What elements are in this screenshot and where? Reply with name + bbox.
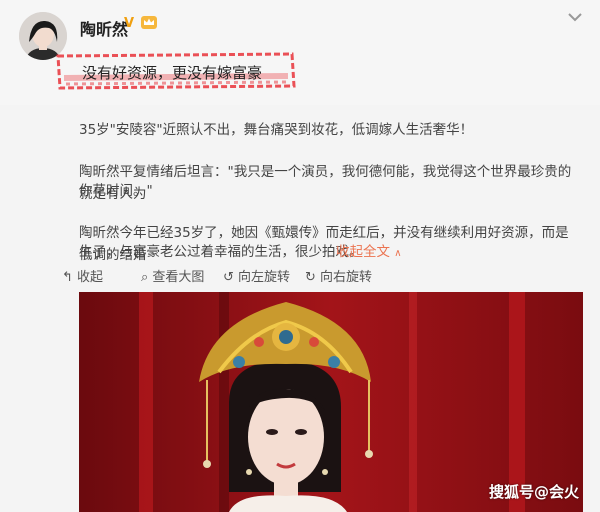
collapse-full-text-label: 收起全文	[336, 244, 390, 260]
search-icon: ⌕	[141, 270, 149, 285]
chevron-up-icon: ∧	[394, 248, 402, 259]
collapse-full-text-link[interactable]: 收起全文 ∧	[336, 241, 416, 265]
headline-highlight: 没有好资源，更没有嫁富豪	[56, 48, 296, 92]
rotate-right-label: 向右旋转	[320, 270, 373, 285]
post-image-content	[79, 292, 583, 512]
watermark-text: 搜狐号@会火	[489, 483, 580, 501]
rotate-right-icon: ↻	[305, 270, 316, 285]
paragraph-3-line-2: 生子，与富豪老公过着幸福的生活，很少拍戏。	[79, 244, 363, 260]
chevron-down-icon[interactable]	[567, 11, 583, 23]
view-large-label: 查看大图	[152, 270, 205, 285]
post-header: 陶昕然 V 没有好资源，更没有嫁富豪	[0, 0, 600, 105]
v-badge-icon: V	[124, 16, 135, 31]
rotate-left-icon: ↺	[223, 270, 234, 285]
paragraph-2-line-2: 你花时间。"	[79, 183, 153, 199]
headline-text: 没有好资源，更没有嫁富豪	[82, 64, 263, 82]
view-large-button[interactable]: ⌕ 查看大图	[141, 266, 204, 285]
crown-badge-icon	[141, 16, 157, 29]
post-image[interactable]	[79, 292, 583, 512]
rotate-right-button[interactable]: ↻ 向右旋转	[305, 266, 372, 285]
collapse-icon: ↰	[62, 270, 73, 285]
rotate-left-button[interactable]: ↺ 向左旋转	[223, 266, 290, 285]
username[interactable]: 陶昕然	[80, 16, 128, 40]
collapse-label: 收起	[77, 270, 104, 285]
rotate-left-label: 向左旋转	[238, 270, 291, 285]
paragraph-1: 35岁"安陵容"近照认不出，舞台痛哭到妆花，低调嫁人生活奢华！	[79, 122, 474, 138]
collapse-button[interactable]: ↰ 收起	[62, 266, 103, 285]
